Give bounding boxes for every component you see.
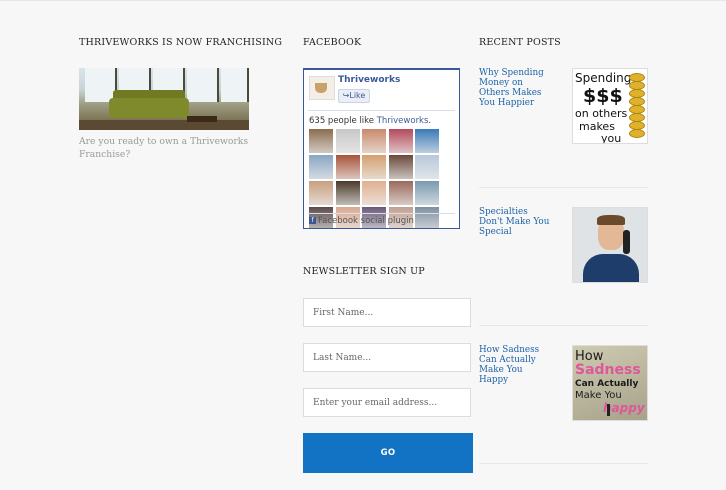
newsletter-submit-button[interactable]: GO — [303, 433, 473, 473]
recent-posts-heading: RECENT POSTS — [479, 37, 561, 48]
facebook-divider-bottom — [308, 213, 455, 214]
post-divider — [479, 463, 648, 464]
like-label: Like — [349, 91, 366, 100]
thumb1-line-1: Spending — [575, 71, 632, 85]
facebook-fan-avatar[interactable] — [388, 155, 413, 179]
facebook-plugin-label: Facebook social plugin — [318, 216, 414, 226]
facebook-f-icon: f — [309, 217, 316, 224]
newsletter-heading: NEWSLETTER SIGN UP — [303, 266, 425, 277]
facebook-like-button[interactable]: ↪Like — [338, 89, 370, 103]
facebook-fan-avatar[interactable] — [335, 181, 360, 205]
like-count-page-link[interactable]: Thriveworks — [377, 116, 429, 126]
post-thumbnail-2[interactable] — [572, 207, 648, 283]
facebook-page-name[interactable]: Thriveworks — [338, 75, 400, 85]
facebook-fan-avatar[interactable] — [388, 181, 413, 205]
facebook-fan-avatar[interactable] — [362, 155, 386, 179]
facebook-fan-avatar[interactable] — [415, 207, 439, 228]
facebook-fan-avatar[interactable] — [415, 129, 439, 153]
thumb3-line-4: Make You — [575, 390, 622, 401]
thumb1-line-5: you — [601, 132, 622, 144]
facebook-fan-avatar[interactable] — [335, 155, 360, 179]
facebook-fan-avatar[interactable] — [415, 155, 439, 179]
facebook-divider — [308, 110, 455, 111]
post-thumbnail-3[interactable]: How Sadness Can Actually Make You happy — [572, 345, 648, 421]
last-name-input[interactable] — [303, 343, 471, 372]
thumb1-line-2: $$$ — [583, 85, 623, 107]
facebook-like-box: Thriveworks ↪Like 635 people like Thrive… — [303, 68, 460, 229]
thumb3-line-2: Sadness — [575, 362, 641, 378]
post-title-3[interactable]: How Sadness Can Actually Make You Happy — [479, 345, 551, 385]
post-divider — [479, 325, 648, 326]
top-divider — [0, 0, 726, 1]
like-count-text: 635 people like — [309, 116, 377, 126]
facebook-fan-avatar[interactable] — [415, 181, 439, 205]
facebook-fan-avatar[interactable] — [362, 181, 386, 205]
email-input[interactable] — [303, 388, 471, 417]
post-thumbnail-1[interactable]: Spending $$$ on others makes you — [572, 68, 648, 144]
facebook-heading: FACEBOOK — [303, 37, 362, 48]
post-divider — [479, 187, 648, 188]
franchise-caption[interactable]: Are you ready to own a Thriveworks Franc… — [79, 135, 254, 161]
facebook-fan-avatar[interactable] — [362, 129, 386, 153]
facebook-fan-avatar[interactable] — [335, 129, 360, 153]
facebook-fan-avatar[interactable] — [309, 155, 333, 179]
facebook-social-plugin[interactable]: f Facebook social plugin — [309, 216, 414, 226]
franchise-heading: THRIVEWORKS IS NOW FRANCHISING — [79, 37, 283, 48]
post-title-2[interactable]: Specialties Don't Make You Special — [479, 207, 551, 237]
thriveworks-logo[interactable] — [309, 76, 335, 100]
facebook-fan-avatar[interactable] — [388, 129, 413, 153]
facebook-like-count: 635 people like Thriveworks. — [309, 116, 431, 126]
first-name-input[interactable] — [303, 298, 471, 327]
facebook-fan-avatar[interactable] — [309, 129, 333, 153]
post-title-1[interactable]: Why Spending Money on Others Makes You H… — [479, 68, 551, 108]
thumb3-line-3: Can Actually — [575, 379, 639, 389]
like-count-suffix: . — [428, 116, 432, 126]
thumb1-line-3: on others — [575, 107, 628, 120]
facebook-fan-avatar[interactable] — [309, 181, 333, 205]
franchise-image[interactable] — [79, 68, 249, 130]
